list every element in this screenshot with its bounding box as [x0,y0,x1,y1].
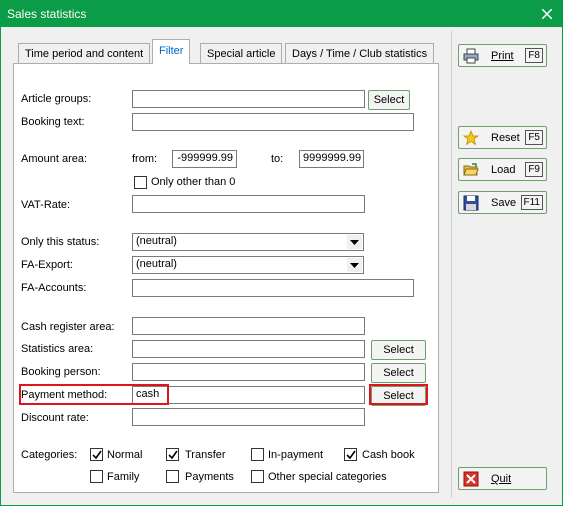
save-shortcut: F11 [520,195,543,210]
fa-accounts-input[interactable] [132,279,414,297]
booking-person-label: Booking person: [21,366,101,378]
print-shortcut: F8 [525,48,543,63]
category-normal-label: Normal [107,449,143,461]
side-panel [451,31,555,498]
title-bar: Sales statistics [1,1,562,27]
printer-icon [463,48,479,64]
fa-accounts-label: FA-Accounts: [21,282,87,294]
folder-open-icon [463,163,479,176]
discount-rate-label: Discount rate: [21,412,89,424]
article-groups-label: Article groups: [21,93,92,105]
close-button[interactable] [532,1,562,27]
window-title: Sales statistics [7,7,87,21]
sales-statistics-window: Sales statistics Time period and content… [0,0,563,506]
article-groups-select-button[interactable]: Select [368,90,410,110]
only-this-status-value: (neutral) [136,235,177,247]
reset-label: Reset [491,132,520,144]
only-other-than-zero-checkbox[interactable] [134,176,147,189]
load-shortcut: F9 [525,162,543,177]
category-cash-book-checkbox[interactable] [344,448,357,461]
category-in-payment-checkbox[interactable] [251,448,264,461]
vat-rate-label: VAT-Rate: [21,199,71,211]
category-cash-book-label: Cash book [362,449,415,461]
select-button-highlight [369,384,428,405]
reset-button[interactable]: Reset F5 [458,126,547,149]
print-button[interactable]: Print F8 [458,44,547,67]
amount-from-label: from: [132,153,158,165]
reset-shortcut: F5 [525,130,543,145]
category-normal-checkbox[interactable] [90,448,103,461]
close-icon [463,471,479,487]
amount-to-input[interactable]: 9999999.99 [299,150,364,168]
chevron-down-icon[interactable] [347,235,362,249]
category-in-payment-label: In-payment [268,449,324,461]
chevron-down-icon[interactable] [347,258,362,272]
amount-from-input[interactable]: -999999.99 [172,150,237,168]
checkmark-icon [167,450,178,459]
booking-person-select-button[interactable]: Select [371,363,426,383]
fa-export-select[interactable]: (neutral) [132,256,364,274]
discount-rate-input[interactable] [132,408,365,426]
cash-register-area-label: Cash register area: [21,321,115,333]
vat-rate-input[interactable] [132,195,365,213]
star-icon [463,130,479,146]
statistics-area-input[interactable] [132,340,365,358]
quit-button[interactable]: Quit [458,467,547,490]
tab-special-article[interactable]: Special article [200,43,283,64]
load-label: Load [491,164,516,176]
amount-area-label: Amount area: [21,153,88,165]
only-this-status-select[interactable]: (neutral) [132,233,364,251]
amount-to-label: to: [271,153,284,165]
category-other-special-label: Other special categories [268,471,387,483]
cash-register-area-input[interactable] [132,317,365,335]
category-family-label: Family [107,471,140,483]
fa-export-label: FA-Export: [21,259,73,271]
category-payments-checkbox[interactable] [166,470,179,483]
print-label: Print [491,50,514,62]
only-other-than-zero-label: Only other than 0 [151,176,236,188]
category-other-special-checkbox[interactable] [251,470,264,483]
statistics-area-label: Statistics area: [21,343,94,355]
checkmark-icon [91,450,102,459]
tab-days-time-club[interactable]: Days / Time / Club statistics [285,43,435,64]
category-payments-label: Payments [185,471,234,483]
category-transfer-checkbox[interactable] [166,448,179,461]
save-label: Save [491,197,517,209]
close-icon [542,9,552,19]
booking-text-input[interactable] [132,113,414,131]
category-family-checkbox[interactable] [90,470,103,483]
tab-filter[interactable]: Filter [152,39,191,64]
only-this-status-label: Only this status: [21,236,100,248]
fa-export-value: (neutral) [136,258,177,270]
categories-label: Categories: [21,449,78,461]
payment-method-highlight [19,384,169,405]
floppy-disk-icon [463,195,479,211]
checkmark-icon [345,450,356,459]
tab-time-period[interactable]: Time period and content [18,43,151,64]
save-button[interactable]: Save F11 [458,191,547,214]
article-groups-input[interactable] [132,90,365,108]
booking-text-label: Booking text: [21,116,85,128]
load-button[interactable]: Load F9 [458,158,547,181]
booking-person-input[interactable] [132,363,365,381]
quit-label: Quit [491,473,512,485]
category-transfer-label: Transfer [185,449,226,461]
statistics-area-select-button[interactable]: Select [371,340,426,360]
